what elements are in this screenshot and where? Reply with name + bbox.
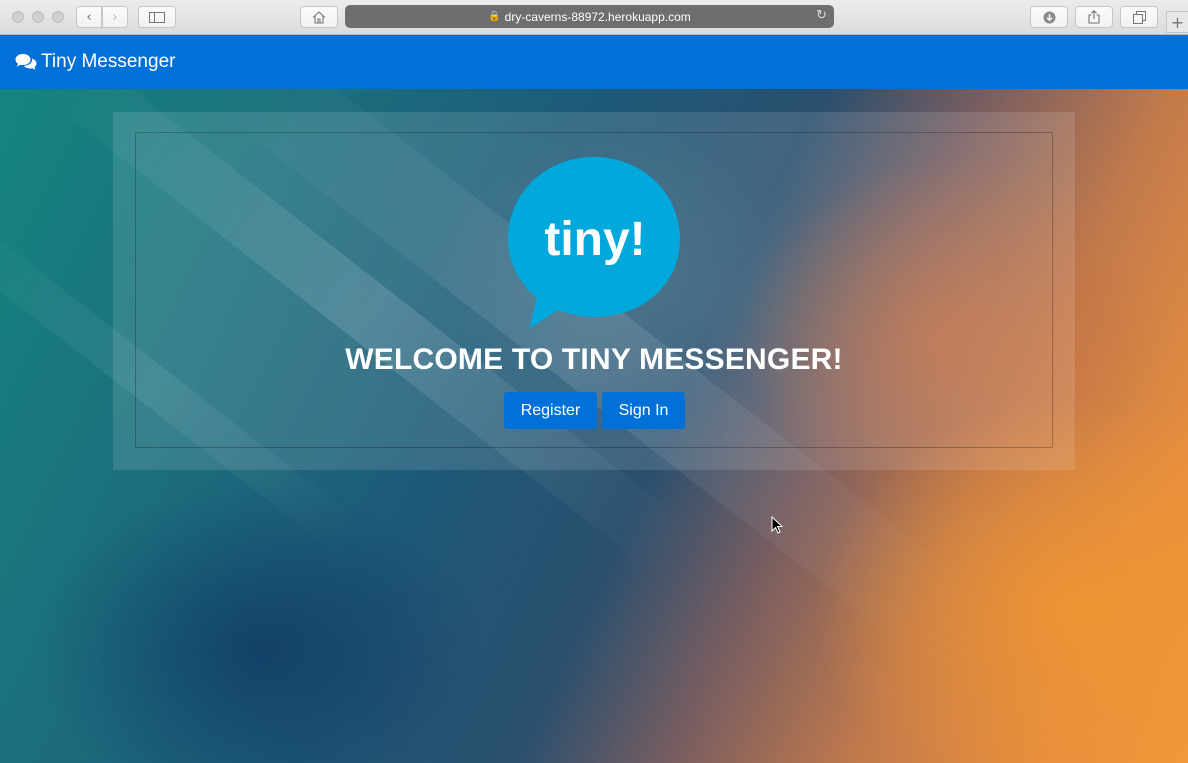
address-bar[interactable]: 🔒 dry-caverns-88972.herokuapp.com ↻ xyxy=(345,5,834,28)
home-button[interactable] xyxy=(300,6,338,28)
close-window-button[interactable] xyxy=(12,11,24,23)
forward-button[interactable]: › xyxy=(102,6,128,28)
url-text: dry-caverns-88972.herokuapp.com xyxy=(504,9,691,24)
sidebar-button[interactable] xyxy=(138,6,176,28)
brand-title: Tiny Messenger xyxy=(41,51,176,72)
sidebar-icon xyxy=(149,11,165,23)
logo-text: tiny! xyxy=(544,213,645,266)
mouse-cursor-icon xyxy=(771,516,783,534)
minimize-window-button[interactable] xyxy=(32,11,44,23)
tabs-button[interactable] xyxy=(1120,6,1158,28)
reload-icon[interactable]: ↻ xyxy=(816,8,827,23)
comments-icon xyxy=(15,54,37,70)
hero-section: tiny! WELCOME TO TINY MESSENGER! Registe… xyxy=(0,89,1188,763)
chevron-left-icon: ‹ xyxy=(86,9,92,25)
share-icon xyxy=(1088,10,1100,24)
browser-toolbar: ‹ › 🔒 dry-caverns-88972.herokuapp.com ↻ xyxy=(0,0,1188,35)
sign-in-button[interactable]: Sign In xyxy=(602,392,685,429)
chevron-right-icon: › xyxy=(112,9,118,25)
brand-link[interactable]: Tiny Messenger xyxy=(15,51,175,73)
back-button[interactable]: ‹ xyxy=(76,6,102,28)
home-icon xyxy=(312,10,326,24)
lock-icon: 🔒 xyxy=(488,11,501,22)
welcome-heading: WELCOME TO TINY MESSENGER! xyxy=(345,343,843,376)
app-navbar: Tiny Messenger xyxy=(0,35,1188,89)
share-button[interactable] xyxy=(1075,6,1113,28)
download-icon xyxy=(1043,11,1055,23)
tiny-logo: tiny! xyxy=(508,157,680,329)
zoom-window-button[interactable] xyxy=(52,11,64,23)
new-tab-button[interactable]: + xyxy=(1166,11,1188,33)
plus-icon: + xyxy=(1170,12,1185,32)
register-button[interactable]: Register xyxy=(504,392,597,429)
tabs-icon xyxy=(1132,10,1146,24)
download-button[interactable] xyxy=(1030,6,1068,28)
